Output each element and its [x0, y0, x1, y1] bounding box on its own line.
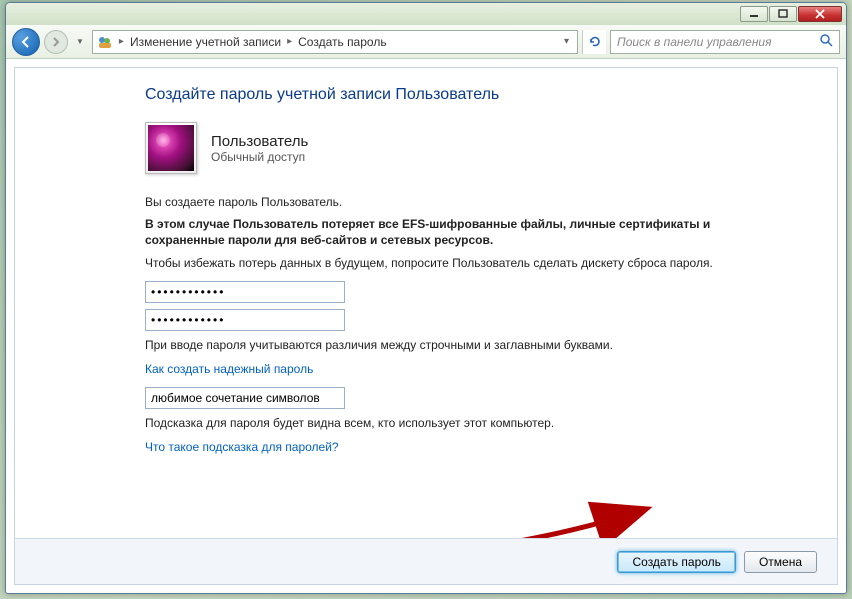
chevron-right-icon: ▸	[115, 36, 128, 47]
create-password-button[interactable]: Создать пароль	[617, 551, 735, 573]
arrow-left-icon	[19, 35, 33, 49]
close-button[interactable]	[798, 6, 842, 22]
arrow-right-icon	[50, 36, 62, 48]
avatar	[148, 125, 194, 171]
cancel-button[interactable]: Отмена	[744, 551, 817, 573]
search-placeholder: Поиск в панели управления	[617, 35, 772, 49]
breadcrumb-item-2[interactable]: Создать пароль	[298, 35, 386, 49]
refresh-button[interactable]	[582, 30, 606, 54]
maximize-icon	[778, 9, 788, 19]
info-line-1: Вы создаете пароль Пользователь.	[145, 194, 737, 210]
user-role: Обычный доступ	[211, 150, 308, 164]
dialog-footer: Создать пароль Отмена	[15, 538, 837, 584]
strong-password-link[interactable]: Как создать надежный пароль	[145, 362, 313, 376]
page-title: Создайте пароль учетной записи Пользоват…	[145, 86, 737, 104]
user-accounts-icon	[97, 34, 113, 50]
maximize-button[interactable]	[769, 6, 797, 22]
window: ▼ ▸ Изменение учетной записи ▸ Создать п…	[5, 2, 847, 594]
user-name: Пользователь	[211, 133, 308, 150]
refresh-icon	[588, 35, 602, 49]
search-icon	[819, 33, 833, 50]
content-area: Создайте пароль учетной записи Пользоват…	[14, 67, 838, 585]
search-input[interactable]: Поиск в панели управления	[610, 30, 840, 54]
warning-line: В этом случае Пользователь потеряет все …	[145, 216, 737, 248]
password-hint-help-link[interactable]: Что такое подсказка для паролей?	[145, 440, 339, 454]
avatar-frame	[145, 122, 197, 174]
minimize-icon	[749, 9, 759, 19]
breadcrumb-item-1[interactable]: Изменение учетной записи	[130, 35, 281, 49]
hint-visibility-note: Подсказка для пароля будет видна всем, к…	[145, 415, 737, 431]
titlebar	[6, 3, 846, 25]
chevron-down-icon[interactable]: ▾	[560, 36, 573, 47]
minimize-button[interactable]	[740, 6, 768, 22]
password-field[interactable]	[145, 281, 345, 303]
navbar: ▼ ▸ Изменение учетной записи ▸ Создать п…	[6, 25, 846, 59]
case-sensitivity-note: При вводе пароля учитываются различия ме…	[145, 337, 737, 353]
close-icon	[814, 9, 826, 19]
info-line-3: Чтобы избежать потерь данных в будущем, …	[145, 255, 737, 271]
user-info: Пользователь Обычный доступ	[145, 122, 737, 174]
breadcrumb[interactable]: ▸ Изменение учетной записи ▸ Создать пар…	[92, 30, 578, 54]
back-button[interactable]	[12, 28, 40, 56]
chevron-right-icon: ▸	[283, 36, 296, 47]
forward-button[interactable]	[44, 30, 68, 54]
confirm-password-field[interactable]	[145, 309, 345, 331]
password-hint-field[interactable]	[145, 387, 345, 409]
history-dropdown[interactable]: ▼	[72, 37, 88, 46]
